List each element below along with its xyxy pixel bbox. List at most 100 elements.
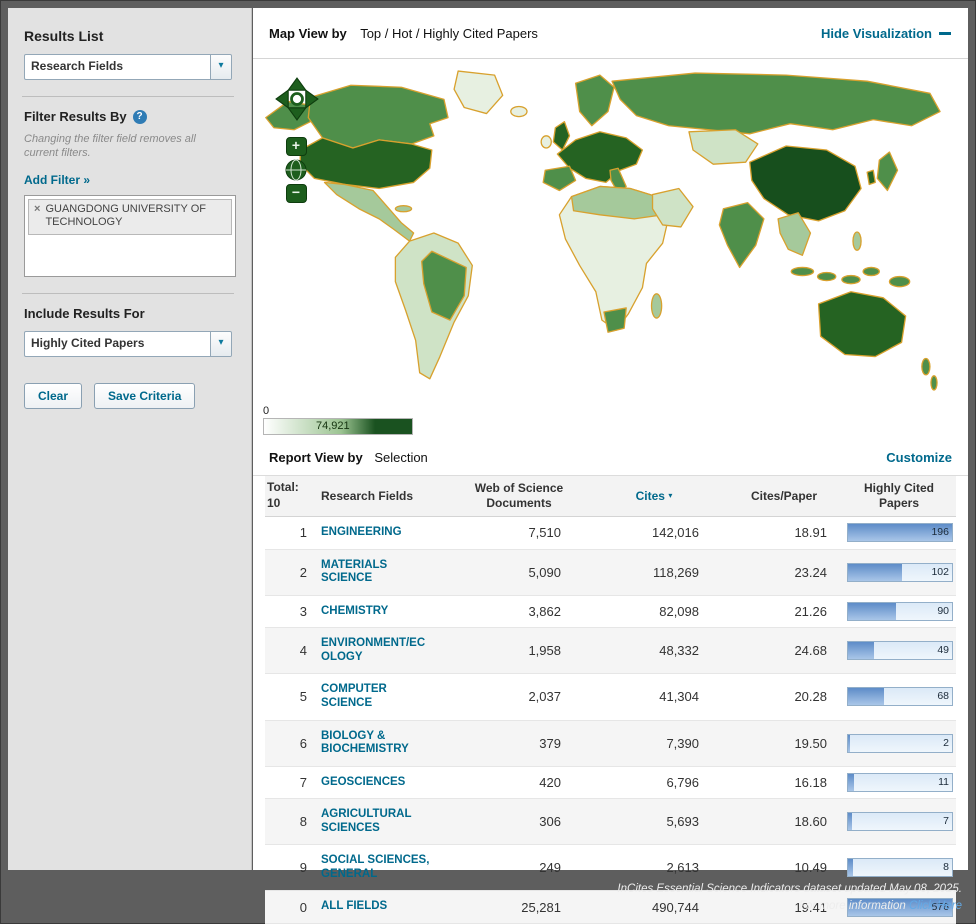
legend-max-label: 74,921 (316, 420, 350, 432)
hcp-bar: 68 (847, 687, 953, 706)
report-view-header: Report View by Selection Customize (253, 439, 968, 476)
cites-cell: 7,390 (583, 736, 725, 751)
hcp-value: 7 (943, 815, 949, 827)
total-value: 10 (267, 496, 307, 512)
research-field-link[interactable]: ENVIRONMENT/ECOLOGY (321, 632, 431, 669)
hcp-value: 196 (931, 526, 949, 538)
choropleth-map-svg[interactable] (259, 67, 959, 393)
report-table: Total: 10 Research Fields Web of Science… (265, 476, 956, 924)
rank-cell: 7 (265, 775, 317, 790)
save-criteria-button[interactable]: Save Criteria (94, 383, 195, 409)
docs-cell: 3,862 (455, 604, 583, 619)
rank-cell: 3 (265, 604, 317, 619)
cites-per-paper-cell: 20.28 (725, 689, 843, 704)
include-results-dropdown[interactable]: Highly Cited Papers ▾ (24, 331, 232, 357)
hcp-bar: 2 (847, 734, 953, 753)
rank-cell: 6 (265, 736, 317, 751)
hcp-bar: 102 (847, 563, 953, 582)
map-pan-control[interactable] (275, 77, 319, 126)
pan-arrows-icon[interactable] (275, 77, 319, 121)
add-filter-link[interactable]: Add Filter » (24, 173, 90, 187)
cites-per-paper-cell: 21.26 (725, 604, 843, 619)
hcp-bar-fill (848, 564, 902, 581)
total-label: Total: (267, 480, 307, 496)
filter-results-by-label: Filter Results By (24, 109, 127, 124)
rank-cell: 8 (265, 814, 317, 829)
cites-cell: 142,016 (583, 525, 725, 540)
table-row: 1 ENGINEERING 7,510 142,016 18.91 196 (265, 517, 956, 550)
hcp-value: 2 (943, 737, 949, 749)
research-field-link[interactable]: AGRICULTURAL SCIENCES (321, 803, 431, 840)
help-icon[interactable]: ? (133, 110, 147, 124)
collapse-minus-icon[interactable] (938, 26, 952, 40)
research-field-link[interactable]: ENGINEERING (321, 521, 402, 545)
chevron-down-icon[interactable]: ▾ (210, 55, 231, 79)
main-panel: Map View by Top / Hot / Highly Cited Pap… (253, 8, 968, 870)
table-row: 5 COMPUTER SCIENCE 2,037 41,304 20.28 68 (265, 674, 956, 720)
table-row: 3 CHEMISTRY 3,862 82,098 21.26 90 (265, 596, 956, 629)
hcp-value: 90 (937, 605, 949, 617)
docs-cell: 420 (455, 775, 583, 790)
chevron-down-icon[interactable]: ▾ (210, 332, 231, 356)
hide-visualization-label: Hide Visualization (821, 26, 932, 41)
results-list-title: Results List (24, 28, 237, 44)
hcp-bar: 196 (847, 523, 953, 542)
remove-filter-icon[interactable]: × (34, 203, 40, 216)
column-cites-per-paper[interactable]: Cites/Paper (725, 489, 843, 504)
rank-cell: 1 (265, 525, 317, 540)
total-header: Total: 10 (265, 480, 317, 511)
hide-visualization-link[interactable]: Hide Visualization (821, 26, 952, 41)
research-field-link[interactable]: MATERIALS SCIENCE (321, 554, 431, 591)
hcp-bar-fill (848, 735, 850, 752)
globe-icon[interactable] (285, 159, 307, 181)
research-field-link[interactable]: BIOLOGY & BIOCHEMISTRY (321, 725, 431, 762)
hcp-value: 68 (937, 690, 949, 702)
table-row: 2 MATERIALS SCIENCE 5,090 118,269 23.24 … (265, 550, 956, 596)
zoom-in-icon[interactable]: + (286, 137, 307, 156)
hcp-bar-fill (848, 813, 852, 830)
footer-info-line: For more information Click Here (0, 898, 962, 915)
filter-tag[interactable]: × GUANGDONG UNIVERSITY OF TECHNOLOGY (28, 199, 232, 236)
cites-per-paper-cell: 16.18 (725, 775, 843, 790)
include-results-title: Include Results For (24, 306, 237, 321)
include-results-dropdown-value: Highly Cited Papers (25, 332, 210, 356)
results-list-dropdown[interactable]: Research Fields ▾ (24, 54, 232, 80)
column-cites[interactable]: Cites ▾ (583, 489, 725, 504)
hcp-bar-fill (848, 688, 884, 705)
table-row: 7 GEOSCIENCES 420 6,796 16.18 11 (265, 767, 956, 800)
column-hcp[interactable]: Highly Cited Papers (843, 481, 955, 511)
research-field-link[interactable]: CHEMISTRY (321, 600, 388, 624)
rank-cell: 5 (265, 689, 317, 704)
filter-tag-label: GUANGDONG UNIVERSITY OF TECHNOLOGY (45, 203, 226, 231)
sidebar-divider (22, 293, 234, 294)
rank-cell: 2 (265, 565, 317, 580)
hcp-value: 11 (938, 776, 949, 788)
docs-cell: 306 (455, 814, 583, 829)
hcp-bar: 11 (847, 773, 953, 792)
docs-cell: 379 (455, 736, 583, 751)
column-research-fields[interactable]: Research Fields (317, 485, 455, 507)
column-docs[interactable]: Web of Science Documents (455, 481, 583, 511)
docs-cell: 7,510 (455, 525, 583, 540)
table-row: 4 ENVIRONMENT/ECOLOGY 1,958 48,332 24.68… (265, 628, 956, 674)
hcp-bar-fill (848, 642, 874, 659)
map-view-header: Map View by Top / Hot / Highly Cited Pap… (253, 8, 968, 59)
cites-per-paper-cell: 19.50 (725, 736, 843, 751)
hcp-bar-fill (848, 603, 896, 620)
research-field-link[interactable]: COMPUTER SCIENCE (321, 678, 431, 715)
research-field-link[interactable]: GEOSCIENCES (321, 771, 405, 795)
map-legend: 0 74,921 (263, 405, 413, 435)
sort-desc-icon[interactable]: ▾ (668, 491, 672, 500)
docs-cell: 5,090 (455, 565, 583, 580)
report-table-body: 1 ENGINEERING 7,510 142,016 18.91 196 2 … (265, 517, 956, 924)
column-cites-label: Cites (636, 489, 665, 503)
legend-min-label: 0 (263, 405, 413, 417)
click-here-link[interactable]: Click Here (909, 900, 962, 912)
table-header-row: Total: 10 Research Fields Web of Science… (265, 476, 956, 517)
sidebar: Results List Research Fields ▾ Filter Re… (8, 8, 252, 870)
customize-link[interactable]: Customize (886, 450, 952, 465)
table-row: 8 AGRICULTURAL SCIENCES 306 5,693 18.60 … (265, 799, 956, 845)
zoom-out-icon[interactable]: − (286, 184, 307, 203)
clear-button[interactable]: Clear (24, 383, 82, 409)
world-map[interactable]: + − 0 74,921 (253, 59, 968, 439)
